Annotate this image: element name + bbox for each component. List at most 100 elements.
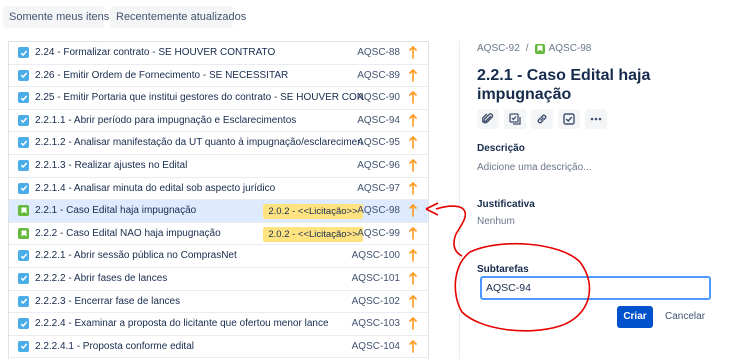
subtask-input[interactable] (480, 276, 711, 300)
issue-title: 2.2.1.4 - Analisar minuta do edital sob … (35, 182, 276, 194)
task-icon (18, 92, 29, 104)
subtask-icon (509, 113, 521, 125)
task-icon (18, 47, 29, 58)
priority-medium-icon (409, 203, 417, 217)
issue-key: AQSC-94 (357, 114, 400, 126)
issue-key: AQSC-90 (357, 92, 400, 104)
priority-medium-icon (409, 248, 417, 263)
breadcrumb-current-link[interactable]: AQSC-98 (549, 43, 592, 54)
issue-row[interactable]: 2.2.2.4 - Examinar a proposta do licitan… (9, 313, 428, 336)
priority-medium-icon (409, 316, 417, 330)
subtasks-label: Subtarefas (477, 264, 529, 275)
priority-medium-icon (409, 181, 417, 195)
checkbox-icon (563, 113, 575, 125)
issue-key: AQSC-98 (357, 205, 400, 217)
issue-key: AQSC-99 (357, 227, 400, 239)
issue-key: AQSC-95 (357, 137, 400, 149)
issue-title[interactable]: 2.2.1 - Caso Edital haja impugnação (477, 66, 722, 104)
cancel-button[interactable]: Cancelar (665, 306, 705, 328)
description-placeholder[interactable]: Adicione uma descrição... (477, 162, 592, 173)
issue-row[interactable]: 2.2.1.1 - Abrir período para impugnação … (9, 109, 428, 133)
task-icon (18, 295, 29, 307)
breadcrumb-separator: / (525, 43, 529, 54)
issue-title: 2.2.2.4 - Examinar a proposta do licitan… (35, 318, 329, 330)
task-icon (18, 69, 29, 81)
justificativa-label: Justificativa (477, 199, 535, 210)
priority-medium-icon (409, 339, 417, 353)
issue-title: 2.26 - Emitir Ordem de Fornecimento - SE… (35, 69, 289, 81)
task-icon (18, 137, 29, 149)
story-icon (534, 43, 545, 54)
checklist-button[interactable] (558, 109, 580, 129)
priority-medium-icon (409, 226, 417, 240)
issue-row[interactable]: 2.2.2.4.1 - Proposta conforme edital AQSC… (9, 335, 428, 359)
issue-action-bar (477, 109, 607, 129)
task-icon (18, 159, 29, 171)
issue-row[interactable]: 2.2.2.3 - Encerrar fase de lances AQSC-10… (9, 290, 428, 314)
annotation-arrow (435, 205, 467, 257)
link-issue-button[interactable] (531, 109, 553, 129)
priority-medium-icon (409, 45, 417, 59)
issue-title: 2.2.1.3 - Realizar ajustes no Edital (35, 159, 188, 171)
epic-badge[interactable]: 2.0.2 - <<Licitação>> (263, 226, 363, 242)
issue-key: AQSC-89 (357, 69, 400, 81)
issue-title: 2.24 - Formalizar contrato - SE HOUVER C… (35, 47, 276, 58)
paperclip-icon (482, 113, 494, 124)
priority-medium-icon (409, 90, 417, 104)
task-icon (18, 340, 29, 352)
issue-title: 2.2.2.2 - Abrir fases de lances (35, 272, 168, 284)
issue-title: 2.2.2.4.1 - Proposta conforme edital (35, 340, 194, 352)
story-icon (18, 227, 29, 239)
issue-key: AQSC-104 (351, 340, 400, 352)
issue-key: AQSC-103 (351, 318, 400, 330)
issue-title: 2.25 - Emitir Portaria que institui gest… (35, 92, 363, 104)
issue-title: 2.2.2.1 - Abrir sessão pública no Compra… (35, 250, 237, 262)
story-icon (18, 205, 29, 217)
issue-row[interactable]: 2.2.2 - Caso Edital NÃO haja impugnação 2… (9, 222, 428, 246)
justificativa-value[interactable]: Nenhum (477, 216, 515, 227)
priority-medium-icon (409, 294, 417, 308)
issue-key: AQSC-88 (357, 47, 400, 58)
issue-row[interactable]: 2.26 - Emitir Ordem de Fornecimento - SE… (9, 64, 428, 88)
epic-badge[interactable]: 2.0.2 - <<Licitação>> (263, 204, 363, 220)
breadcrumb: AQSC-92 / AQSC-98 (477, 43, 591, 54)
more-icon (590, 117, 602, 121)
issue-key: AQSC-102 (351, 295, 400, 307)
task-icon (18, 182, 29, 194)
link-icon (537, 114, 547, 124)
priority-medium-icon (409, 271, 417, 285)
recently-updated-filter-button[interactable]: Recentemente atualizados (110, 6, 246, 28)
issue-key: AQSC-97 (357, 182, 400, 194)
issue-row[interactable]: 2.2.1 - Caso Edital haja impugnação 2.0.2… (9, 200, 428, 223)
task-icon (18, 114, 29, 126)
panel-divider (459, 41, 460, 359)
my-items-filter-button[interactable]: Somente meus itens (3, 6, 109, 28)
task-icon (18, 318, 29, 330)
priority-medium-icon (409, 68, 417, 82)
attach-button[interactable] (477, 109, 499, 129)
task-icon (18, 250, 29, 262)
issue-row[interactable]: 2.2.1.2 - Analisar manifestação da UT qu… (9, 132, 428, 155)
issue-title: 2.2.1.2 - Analisar manifestação da UT qu… (35, 137, 363, 149)
issue-key: AQSC-96 (357, 159, 400, 171)
issue-row[interactable]: 2.24 - Formalizar contrato - SE HOUVER C… (9, 42, 428, 65)
issue-row[interactable]: 2.2.1.4 - Analisar minuta do edital sob … (9, 177, 428, 201)
priority-medium-icon (409, 113, 417, 127)
issue-row[interactable]: 2.2.2.1 - Abrir sessão pública no Compra… (9, 245, 428, 268)
create-button[interactable]: Criar (617, 306, 653, 328)
issue-row[interactable]: 2.2.1.3 - Realizar ajustes no Edital AQSC… (9, 154, 428, 178)
breadcrumb-parent-link[interactable]: AQSC-92 (477, 43, 520, 54)
issue-key: AQSC-100 (351, 250, 400, 262)
issue-detail-panel: AQSC-92 / AQSC-98 2.2.1 - Caso Edital ha… (477, 0, 732, 359)
issue-key: AQSC-101 (351, 272, 400, 284)
add-subtask-button[interactable] (504, 109, 526, 129)
filter-bar: Somente meus itens Recentemente atualiza… (3, 6, 246, 28)
issue-list: 2.24 - Formalizar contrato - SE HOUVER C… (8, 41, 429, 359)
issue-title: 2.2.2.3 - Encerrar fase de lances (35, 295, 181, 307)
more-actions-button[interactable] (585, 109, 607, 129)
task-icon (18, 272, 29, 284)
issue-row[interactable]: 2.2.2.2 - Abrir fases de lances AQSC-101 (9, 267, 428, 291)
issue-row[interactable]: 2.25 - Emitir Portaria que institui gest… (9, 87, 428, 110)
description-label: Descrição (477, 143, 525, 154)
priority-medium-icon (409, 135, 417, 150)
